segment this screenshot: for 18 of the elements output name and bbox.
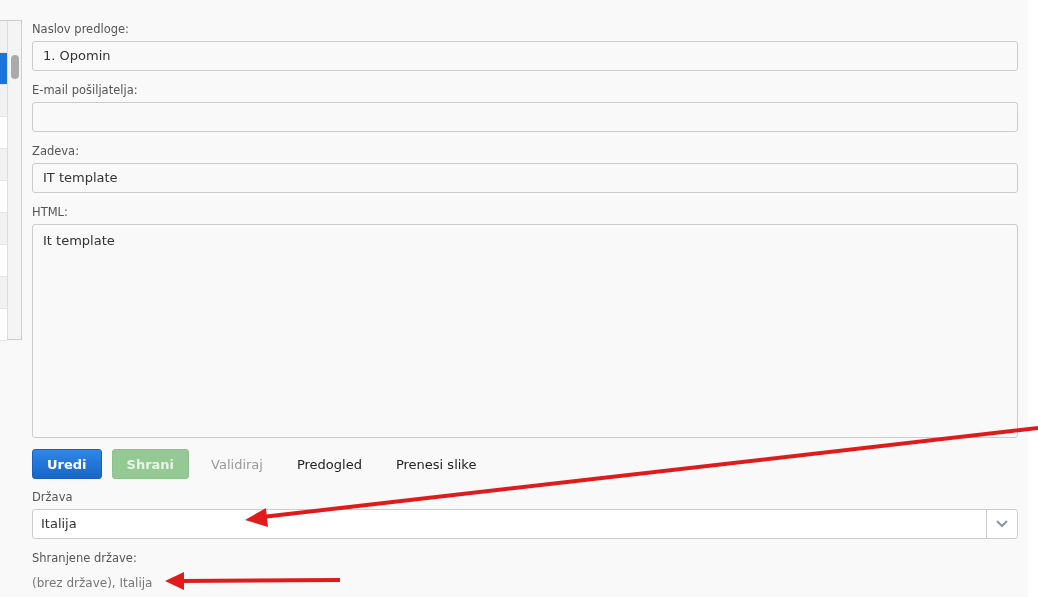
input-field[interactable] xyxy=(32,102,1018,132)
input-field[interactable]: 1. Opomin xyxy=(32,41,1018,71)
field-label: E-mail pošiljatelja: xyxy=(32,82,139,99)
country-select[interactable]: Italija xyxy=(32,509,1018,539)
scrollbar[interactable] xyxy=(7,21,21,339)
table-row[interactable] xyxy=(0,53,7,85)
chevron-down-icon xyxy=(996,520,1008,528)
input-field[interactable]: IT template xyxy=(32,163,1018,193)
saved-countries-text: (brez države), Italija xyxy=(32,575,153,592)
html-textarea[interactable]: It template xyxy=(32,224,1018,438)
button[interactable]: Uredi xyxy=(32,449,102,479)
field-label: Naslov predloge: xyxy=(32,21,130,38)
field-label: Shranjene države: xyxy=(32,550,138,567)
field-label: Država xyxy=(32,489,74,506)
link-button[interactable]: Predogled xyxy=(284,449,374,479)
link-button[interactable]: Prenesi slike xyxy=(383,449,489,479)
field-label: HTML: xyxy=(32,204,69,221)
field-label: Zadeva: xyxy=(32,143,81,160)
